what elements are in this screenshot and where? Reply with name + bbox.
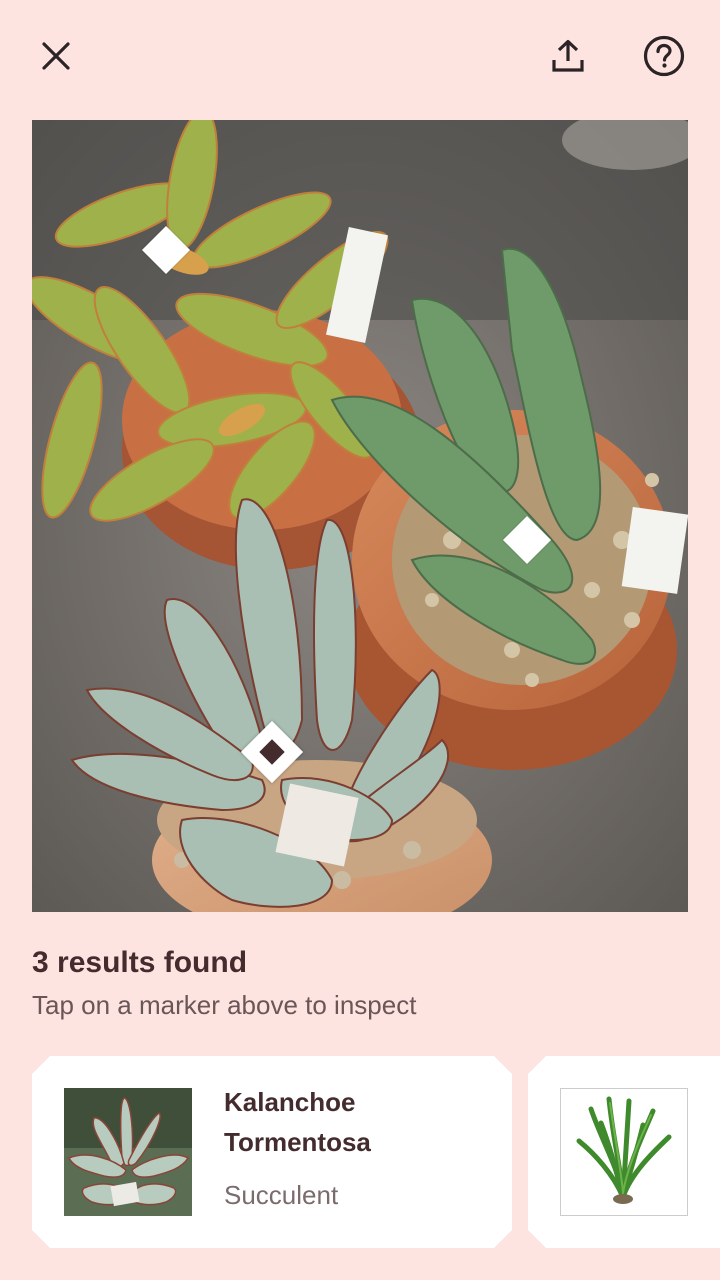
succulents-illustration	[32, 120, 688, 912]
results-instruction: Tap on a marker above to inspect	[32, 990, 417, 1020]
help-circle-icon	[643, 35, 685, 77]
plant-name-line1: Kalanchoe	[224, 1087, 356, 1117]
plant-name: Kalanchoe Tormentosa	[224, 1082, 484, 1162]
plant-name-line2: Tormentosa	[224, 1127, 371, 1157]
plant-photo[interactable]	[32, 120, 688, 912]
results-count-title: 3 results found	[32, 946, 248, 979]
share-upload-icon	[552, 39, 584, 72]
close-button[interactable]	[32, 32, 80, 80]
plant-type: Succulent	[224, 1180, 339, 1210]
top-app-bar	[0, 0, 720, 112]
help-button[interactable]	[640, 32, 688, 80]
plant-thumbnail	[560, 1088, 688, 1216]
result-card[interactable]	[528, 1056, 720, 1248]
close-icon	[42, 42, 70, 70]
share-button[interactable]	[544, 32, 592, 80]
result-card[interactable]: Kalanchoe Tormentosa Succulent	[32, 1056, 512, 1248]
plant-thumbnail	[64, 1088, 192, 1216]
